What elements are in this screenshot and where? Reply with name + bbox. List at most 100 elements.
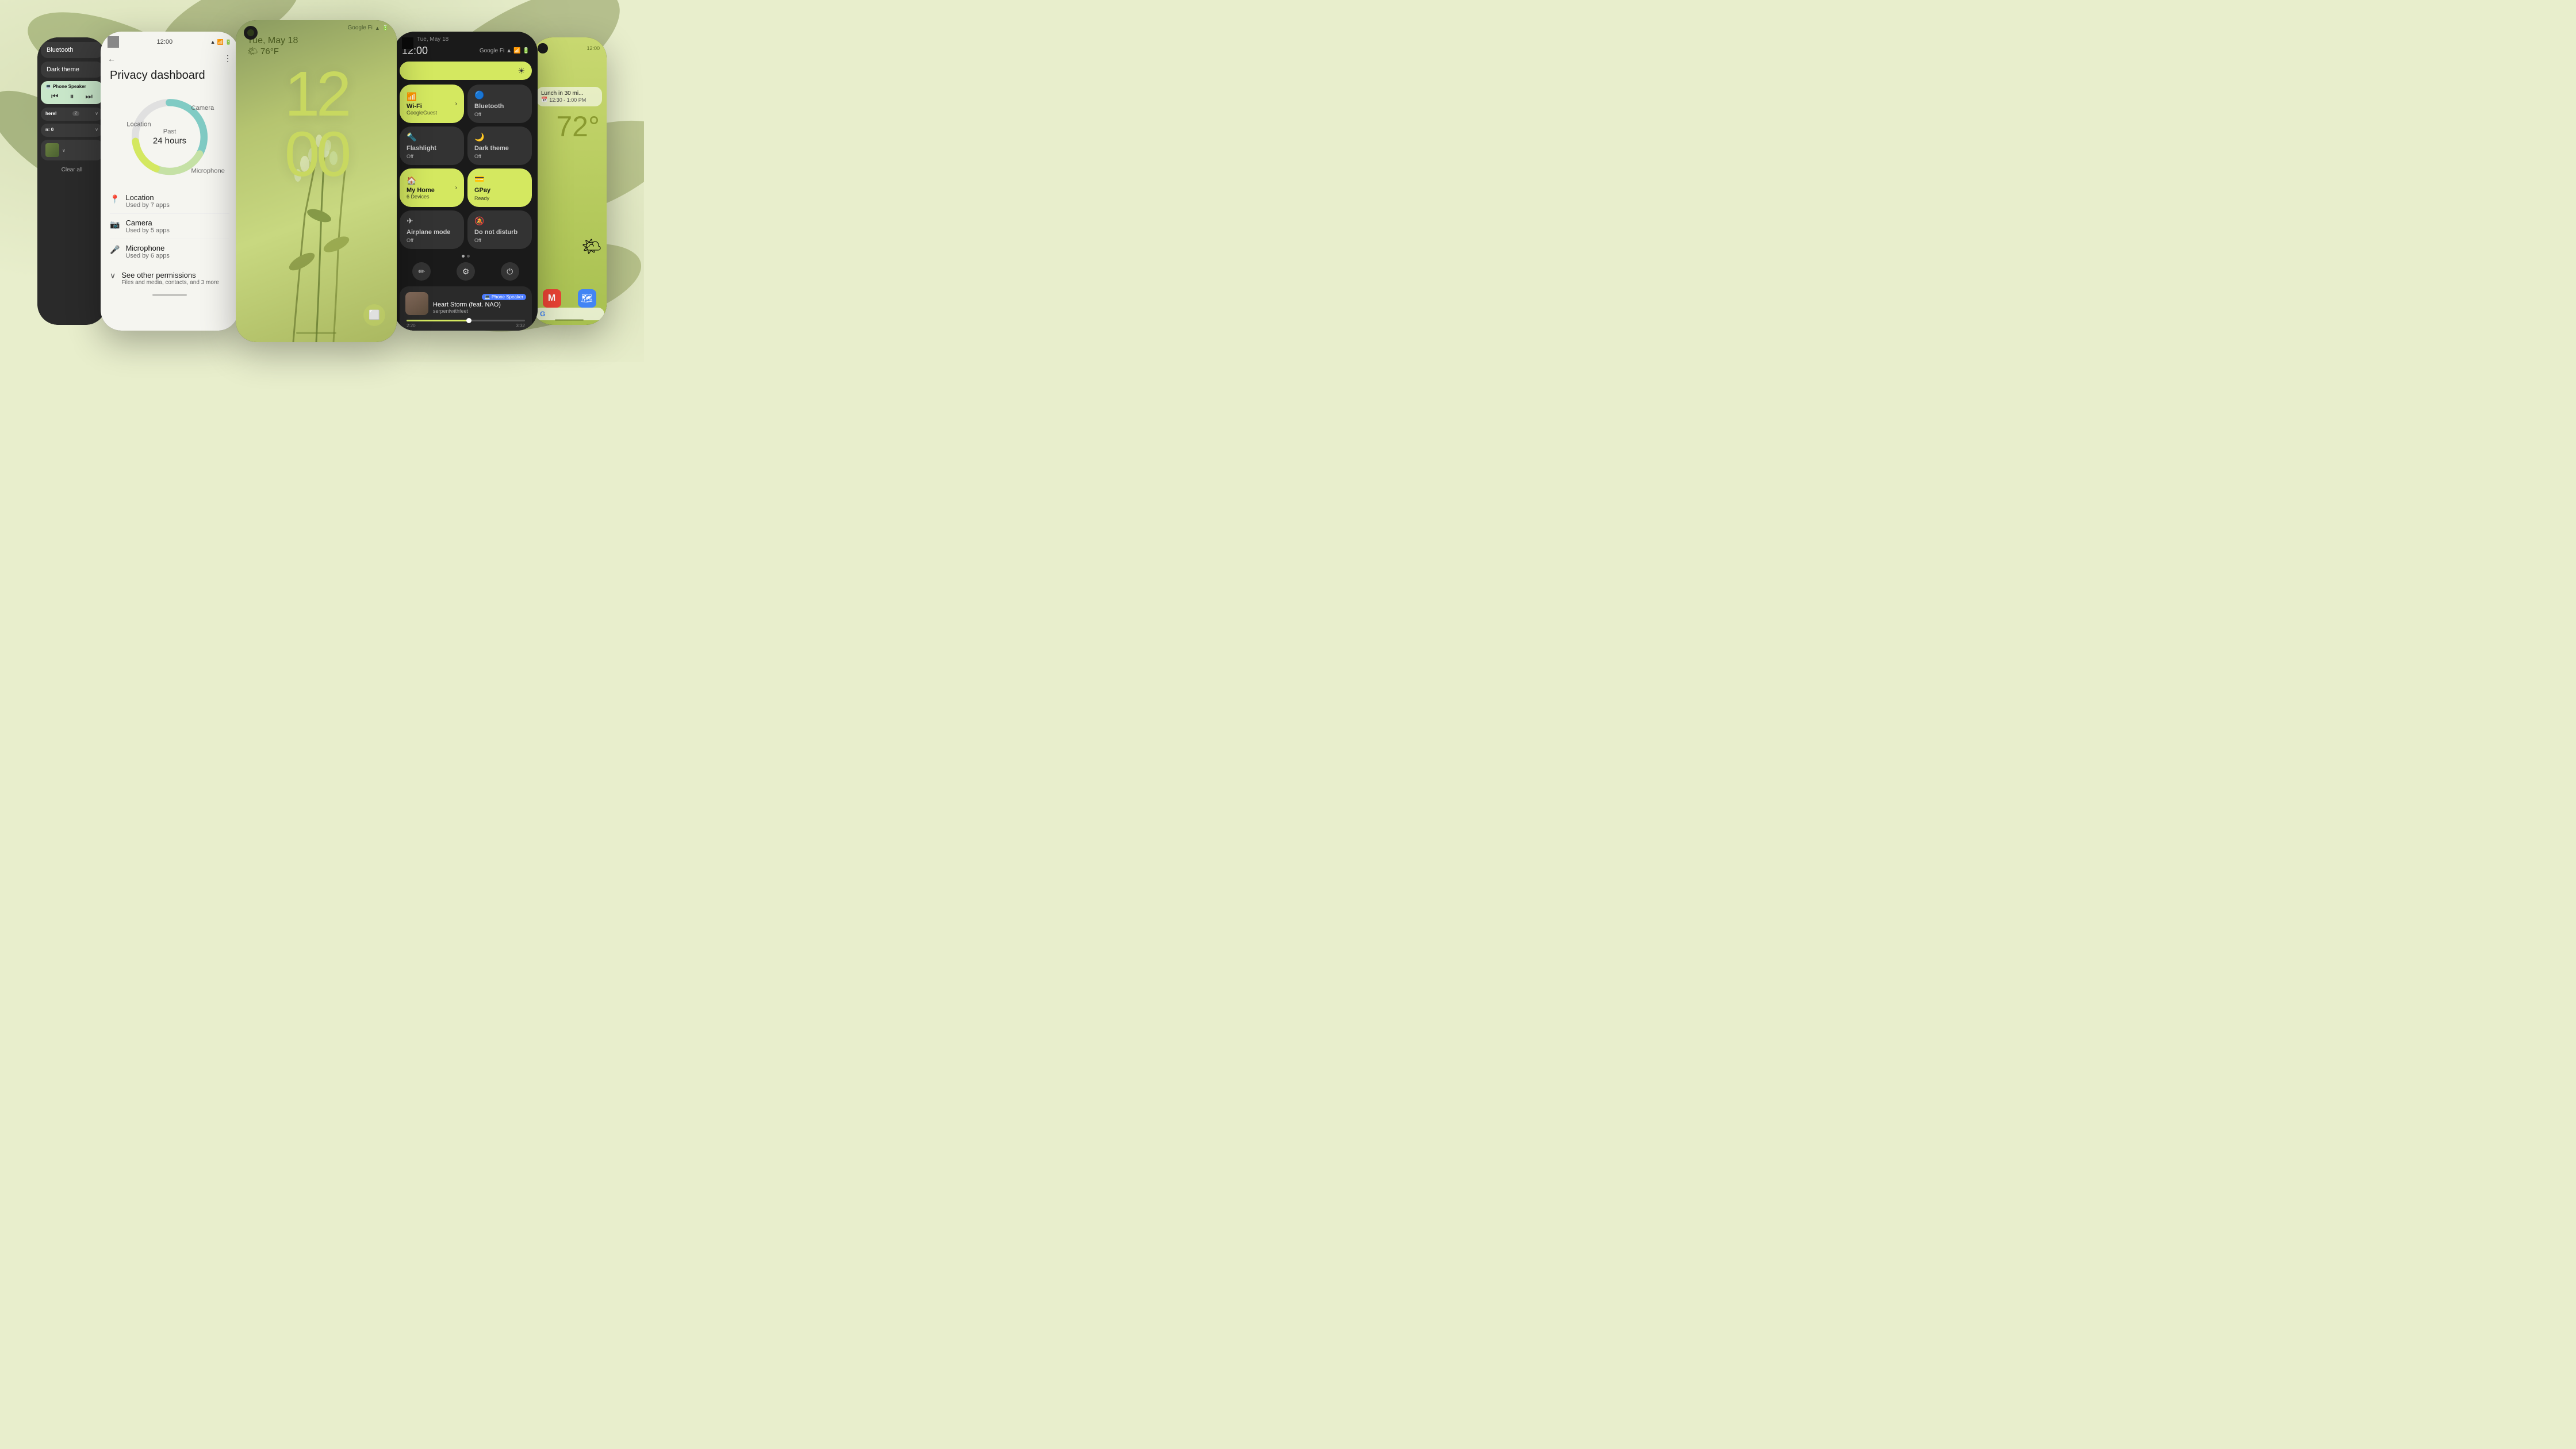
phone2-chart: Past 24 hours Location Camera Microphone (112, 87, 227, 183)
phone2-nav-pill (152, 294, 187, 296)
phone4-dnd-tile[interactable]: 🔕 Do not disturb Off (467, 210, 532, 249)
phone4-airplane-tile[interactable]: ✈ Airplane mode Off (400, 210, 464, 249)
phone3-carrier: Google Fi (348, 25, 373, 31)
phone-1: Bluetooth Dark theme 💻 Phone Speaker ⏮ ⏸… (37, 37, 106, 325)
progress-times: 2:20 3:32 (407, 323, 525, 328)
phone1-notif-3[interactable]: ∨ (41, 140, 103, 160)
wifi-icon: ▲ (210, 39, 216, 45)
qs-dot-1 (462, 255, 465, 258)
phone2-location-item[interactable]: 📍 Location Used by 7 apps (110, 189, 229, 214)
media-info: 💻 Phone Speaker Heart Storm (feat. NAO) … (433, 294, 526, 314)
phone3-camera (244, 26, 258, 40)
phone3-nav-pill (296, 332, 336, 334)
phone4-brightness-slider[interactable]: ☀ (400, 62, 532, 80)
progress-thumb (466, 318, 471, 323)
phone4-bluetooth-tile[interactable]: 🔵 Bluetooth Off (467, 85, 532, 123)
phone2-back-button[interactable]: ← (108, 54, 116, 63)
phone5-gmail-icon[interactable]: M (543, 289, 561, 308)
flashlight-qs-icon: 🔦 (407, 132, 457, 142)
phone4-signal-icon: ▲ (506, 48, 512, 54)
phone5-app-icons: M 🗺 (532, 289, 607, 308)
speaker-icon: 💻 (485, 294, 490, 300)
phone4-camera (402, 37, 413, 49)
media-time-total: 3:32 (516, 323, 525, 328)
phone1-notif-2[interactable]: n: 0 ∨ (41, 124, 103, 137)
home-arrow-icon: › (455, 185, 457, 191)
media-top-row: 💻 Phone Speaker Heart Storm (feat. NAO) … (405, 292, 526, 315)
phone1-notif-1[interactable]: here! 2 ∨ (41, 108, 103, 121)
phone-5: 12:00 Lunch in 30 mi... 📅 12:30 - 1:00 P… (532, 37, 607, 325)
progress-fill (407, 320, 471, 321)
phone5-event-time: 📅 12:30 - 1:00 PM (541, 97, 597, 103)
phone-4: Tue, May 18 12:00 Google Fi ▲ 📶 🔋 ☀ (394, 32, 538, 331)
phone2-camera-item[interactable]: 📷 Camera Used by 5 apps (110, 214, 229, 239)
phone3-home-btn[interactable]: ⬜ (363, 304, 385, 326)
phone4-gpay-tile[interactable]: 💳 GPay Ready (467, 168, 532, 207)
phone3-weather: 🌤 76°F (247, 46, 385, 56)
media-controls: ↺ ⏮ ⏸ ⏭ ↻ (405, 328, 526, 331)
phone4-qs-grid: 📶 Wi-Fi GoogleGuest › 🔵 Bluetooth Off 🔦 … (394, 82, 538, 251)
phone4-status-row2: 12:00 Google Fi ▲ 📶 🔋 (394, 44, 538, 59)
phone2-microphone-item[interactable]: 🎤 Microphone Used by 6 apps (110, 239, 229, 264)
phone-3: Google Fi ▲ 🔋 Tue, May 18 🌤 76°F 12 (236, 20, 397, 342)
phone2-time: 12:00 (157, 39, 173, 45)
phone5-event-title: Lunch in 30 mi... (541, 90, 597, 97)
svg-text:Location: Location (126, 121, 151, 128)
phone1-play-btn[interactable]: ⏸ (70, 91, 74, 101)
phone2-see-other[interactable]: ∨ See other permissions Files and media,… (101, 266, 239, 290)
phone4-date: Tue, May 18 (417, 36, 448, 43)
phone1-darktheme-tile[interactable]: Dark theme (41, 62, 103, 78)
media-artist: serpentwithfeet (433, 308, 526, 314)
phone1-clear-all[interactable]: Clear all (41, 163, 103, 177)
phone4-darktheme-tile[interactable]: 🌙 Dark theme Off (467, 126, 532, 165)
svg-text:24 hours: 24 hours (153, 136, 186, 145)
phone2-status-icons: ▲ 📶 🔋 (210, 39, 232, 45)
phone4-wifi-icon: 📶 (513, 48, 520, 54)
phone4-myhome-tile[interactable]: 🏠 My Home 6 Devices › (400, 168, 464, 207)
phone2-nav-bar (101, 290, 239, 300)
qs-dot-2 (467, 255, 470, 258)
phone5-time-status: 12:00 (586, 45, 600, 51)
phone4-settings-btn[interactable]: ⚙ (457, 262, 475, 281)
brightness-icon: ☀ (518, 66, 525, 76)
phone2-title: Privacy dashboard (101, 67, 239, 87)
progress-bar[interactable] (407, 320, 525, 321)
phone4-status-row1: Tue, May 18 (394, 32, 538, 44)
phone3-date: Tue, May 18 (247, 36, 385, 46)
dnd-qs-icon: 🔕 (474, 216, 525, 226)
bluetooth-qs-icon: 🔵 (474, 90, 525, 100)
media-source-badge: 💻 Phone Speaker (482, 294, 526, 300)
phone5-maps-icon[interactable]: 🗺 (578, 289, 596, 308)
media-album-art (405, 292, 428, 315)
battery-icon: 🔋 (225, 39, 232, 45)
phone4-flashlight-tile[interactable]: 🔦 Flashlight Off (400, 126, 464, 165)
wifi-qs-icon: 📶 (407, 92, 437, 102)
signal-icon: 📶 (217, 39, 224, 45)
location-icon: 📍 (110, 194, 120, 204)
phone1-bluetooth-tile[interactable]: Bluetooth (41, 42, 103, 58)
phone1-next-btn[interactable]: ⏭ (85, 91, 93, 101)
phone4-wifi-tile[interactable]: 📶 Wi-Fi GoogleGuest › (400, 85, 464, 123)
phone2-nav-header: ← ⋮ (101, 50, 239, 67)
phone4-power-btn[interactable]: ⏻ (501, 262, 519, 281)
media-source-row: 💻 Phone Speaker (433, 294, 526, 300)
phone1-darktheme-label: Dark theme (47, 66, 79, 73)
phone3-date-weather: Tue, May 18 🌤 76°F (236, 33, 397, 59)
phone3-bottom-button[interactable]: ⬜ (363, 304, 385, 326)
phone4-carrier: Google Fi (480, 48, 504, 54)
phone2-status-bar: 12:00 ▲ 📶 🔋 (101, 32, 239, 50)
phone5-event-card: Lunch in 30 mi... 📅 12:30 - 1:00 PM (536, 87, 602, 106)
svg-text:Past: Past (163, 128, 177, 135)
phone2-privacy-items: 📍 Location Used by 7 apps 📷 Camera Used … (101, 186, 239, 266)
phone4-battery-icon: 🔋 (523, 48, 530, 54)
camera-icon: 📷 (110, 220, 120, 229)
phone2-more-button[interactable]: ⋮ (224, 53, 232, 63)
expand-icon: ∨ (110, 271, 116, 281)
phone1-prev-btn[interactable]: ⏮ (51, 91, 59, 101)
phone-2: 12:00 ▲ 📶 🔋 ← ⋮ Privacy dashboard (101, 32, 239, 331)
weather-icon: 🌤 (247, 46, 258, 56)
microphone-icon: 🎤 (110, 245, 120, 255)
darktheme-qs-icon: 🌙 (474, 132, 525, 142)
phone4-edit-btn[interactable]: ✏ (412, 262, 431, 281)
phone2-avatar (108, 36, 119, 48)
